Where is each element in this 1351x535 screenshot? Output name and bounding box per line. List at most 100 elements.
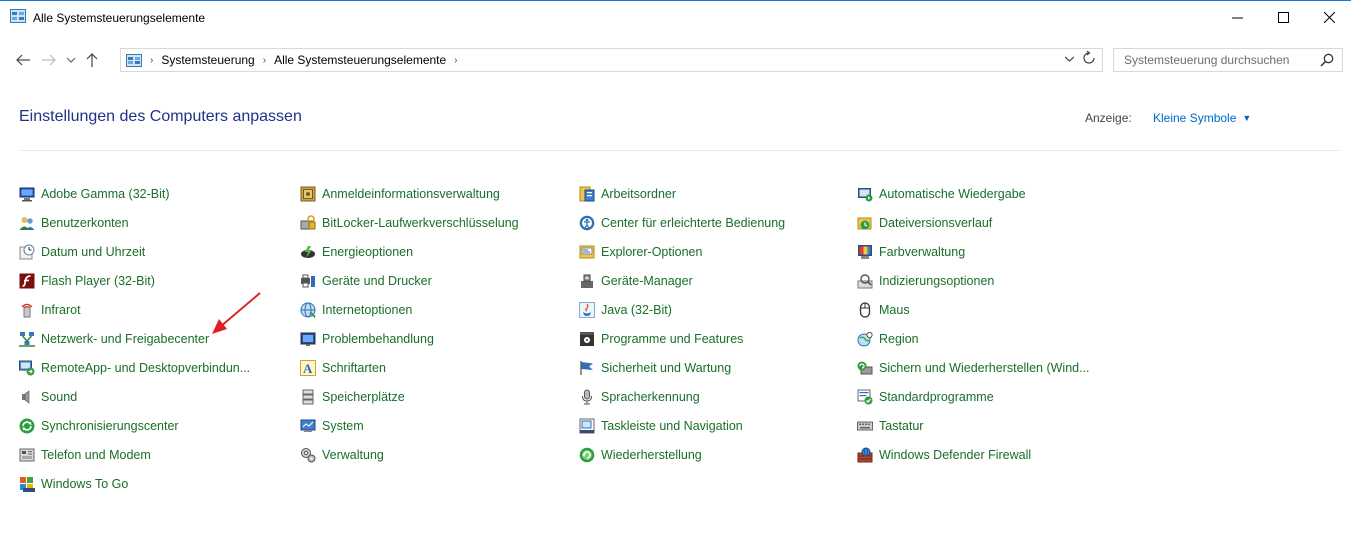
item-troubleshooting[interactable]: Problembehandlung [300,329,434,349]
back-button[interactable] [14,47,32,73]
system-icon [300,419,316,432]
minimize-icon [1231,17,1243,18]
caret-down-icon[interactable]: ▼ [1242,113,1251,123]
mouse-icon [859,302,871,318]
view-by-dropdown[interactable]: Kleine Symbole ▼ [1153,111,1251,125]
item-indexing-options[interactable]: Indizierungsoptionen [857,271,994,291]
item-infrared[interactable]: Infrarot [19,300,81,320]
item-internet-options[interactable]: Internetoptionen [300,300,412,320]
search-icon[interactable] [1320,53,1334,67]
item-device-manager[interactable]: Geräte-Manager [579,271,693,291]
phone-icon [19,448,35,462]
item-phone-modem[interactable]: Telefon und Modem [19,445,151,465]
recent-locations-button[interactable] [64,47,78,73]
control-panel-window: Alle Systemsteuerungselemente › Systemst… [0,0,1351,535]
search-input[interactable] [1124,53,1324,67]
item-remoteapp[interactable]: RemoteApp- und Desktopverbindun... [19,358,250,378]
item-explorer-options[interactable]: Explorer-Optionen [579,242,702,262]
chevron-down-icon [67,57,75,63]
usb-icon [20,477,35,492]
storage-icon [302,389,314,405]
item-date-time[interactable]: Datum und Uhrzeit [19,242,145,262]
item-sync-center[interactable]: Synchronisierungscenter [19,416,179,436]
item-network-sharing[interactable]: Netzwerk- und Freigabecenter [19,329,209,349]
vault-icon [300,186,316,202]
item-java[interactable]: Java (32-Bit) [579,300,672,320]
speaker-icon [22,390,30,404]
printer-icon [301,274,315,288]
autoplay-icon [858,188,873,202]
explorer-options-icon [579,245,595,259]
item-ease-of-access[interactable]: Center für erleichterte Bedienung [579,213,785,233]
keyboard-icon [857,421,873,431]
address-bar[interactable]: › Systemsteuerung › Alle Systemsteuerung… [120,48,1103,72]
file-history-icon [857,217,872,230]
item-backup-restore[interactable]: Sichern und Wiederherstellen (Wind... [857,358,1090,378]
item-fonts[interactable]: A Schriftarten [300,358,386,378]
forward-button[interactable] [40,47,58,73]
item-autoplay[interactable]: Automatische Wiedergabe [857,184,1026,204]
troubleshoot-icon [300,332,316,346]
item-administrative-tools[interactable]: Verwaltung [300,445,384,465]
item-power-options[interactable]: Energieoptionen [300,242,413,262]
item-default-programs[interactable]: Standardprogramme [857,387,994,407]
region-icon [857,331,873,347]
item-work-folders[interactable]: Arbeitsordner [579,184,676,204]
control-panel-icon [10,9,26,23]
work-folders-icon [579,186,595,202]
item-security-maintenance[interactable]: Sicherheit und Wartung [579,358,731,378]
default-programs-icon [857,389,873,405]
item-bitlocker[interactable]: BitLocker-Laufwerkverschlüsselung [300,213,519,233]
item-mouse[interactable]: Maus [857,300,910,320]
breadcrumb-chevron-icon[interactable]: › [454,55,457,66]
navigation-bar: › Systemsteuerung › Alle Systemsteuerung… [0,47,1351,73]
item-windows-defender-firewall[interactable]: Windows Defender Firewall [857,445,1031,465]
item-devices-printers[interactable]: Geräte und Drucker [300,271,432,291]
item-storage-spaces[interactable]: Speicherplätze [300,387,405,407]
item-file-history[interactable]: Dateiversionsverlauf [857,213,992,233]
font-icon: A [300,360,316,376]
item-sound[interactable]: Sound [19,387,77,407]
view-by-label: Anzeige: [1085,111,1132,125]
svg-text:A: A [303,361,313,376]
item-credential-manager[interactable]: Anmeldeinformationsverwaltung [300,184,500,204]
indexing-icon [857,274,873,289]
java-icon [579,302,595,318]
item-flash-player[interactable]: Flash Player (32-Bit) [19,271,155,291]
admin-tools-icon [301,448,316,463]
monitor-icon [19,187,35,202]
recovery-icon [579,447,595,463]
flag-icon [580,361,593,375]
breadcrumb-chevron-icon[interactable]: › [263,55,266,66]
item-user-accounts[interactable]: Benutzerkonten [19,213,129,233]
close-button[interactable] [1306,1,1351,33]
item-speech-recognition[interactable]: Spracherkennung [579,387,700,407]
maximize-button[interactable] [1260,1,1306,33]
users-icon [19,217,35,230]
breadcrumb-chevron-icon[interactable]: › [150,55,153,66]
refresh-icon[interactable] [1083,50,1095,68]
item-programs-features[interactable]: Programme und Features [579,329,743,349]
title-bar[interactable]: Alle Systemsteuerungselemente [0,1,1351,33]
minimize-button[interactable] [1214,1,1260,33]
item-keyboard[interactable]: Tastatur [857,416,923,436]
item-taskbar-navigation[interactable]: Taskleiste und Navigation [579,416,743,436]
item-system[interactable]: System [300,416,364,436]
breadcrumb-all-items[interactable]: Alle Systemsteuerungselemente [274,53,446,67]
clock-icon [19,244,35,260]
address-dropdown-icon[interactable] [1064,54,1075,64]
control-panel-icon [126,53,142,67]
item-region[interactable]: Region [857,329,919,349]
item-adobe-gamma[interactable]: Adobe Gamma (32-Bit) [19,184,170,204]
maximize-icon [1277,11,1289,23]
up-button[interactable] [83,47,101,73]
power-icon [301,246,315,258]
view-by-value[interactable]: Kleine Symbole [1153,111,1236,125]
globe-icon [300,302,316,318]
breadcrumb-systemsteuerung[interactable]: Systemsteuerung [161,53,254,67]
flash-icon [19,273,35,289]
item-windows-to-go[interactable]: Windows To Go [19,474,128,494]
search-box[interactable] [1113,48,1343,72]
item-recovery[interactable]: Wiederherstellung [579,445,702,465]
item-color-management[interactable]: Farbverwaltung [857,242,965,262]
